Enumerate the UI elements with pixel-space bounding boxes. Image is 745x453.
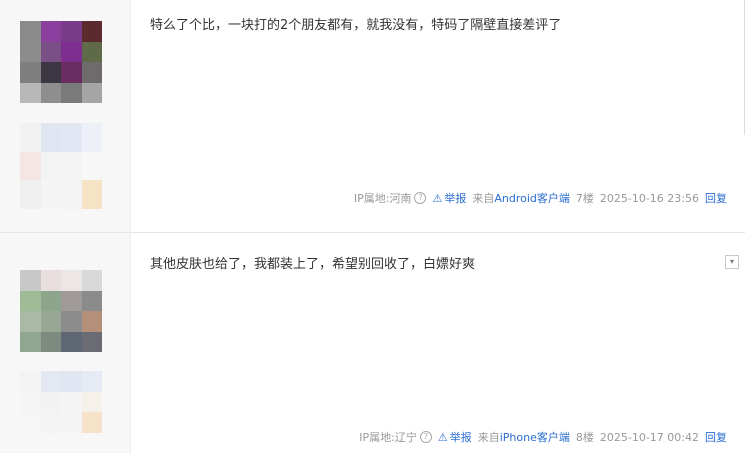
avatar-pixel <box>40 82 61 103</box>
avatar-pixel <box>61 290 82 311</box>
avatar-pixel <box>20 311 41 332</box>
blur-tile <box>81 412 102 433</box>
reply-button[interactable]: 回复 <box>705 429 727 445</box>
avatar-pixel <box>20 62 41 83</box>
avatar[interactable] <box>20 21 102 103</box>
avatar-pixel <box>40 21 61 42</box>
post-content: 特么了个比，一块打的2个朋友都有，就我没有，特码了隔壁直接差评了 <box>150 18 562 33</box>
blur-tile <box>61 123 82 152</box>
blur-tile <box>61 151 82 181</box>
post-time: 2025-10-17 00:42 <box>599 430 699 444</box>
report-label: 举报 <box>449 431 472 444</box>
user-sidebar <box>0 233 131 453</box>
avatar[interactable] <box>20 270 102 352</box>
avatar-pixel <box>61 62 82 83</box>
blur-tile <box>81 151 102 181</box>
report-label: 举报 <box>444 192 467 205</box>
avatar-pixel <box>40 290 61 311</box>
avatar-pixel <box>20 21 41 42</box>
blur-tile <box>81 123 102 152</box>
blur-tile <box>20 123 41 152</box>
ip-location: IP属地:辽宁 ? <box>359 429 432 445</box>
user-info-blurred <box>20 371 102 433</box>
post-floor-8: 其他皮肤也给了，我都装上了，希望别回收了，白嫖好爽 ▾ IP属地:辽宁 ? ⚠ … <box>0 233 745 453</box>
avatar-pixel <box>40 331 61 352</box>
blur-tile <box>81 391 102 413</box>
blur-tile <box>81 180 102 209</box>
blur-tile <box>40 371 61 392</box>
help-icon[interactable]: ? <box>419 431 432 443</box>
warning-icon: ⚠ <box>432 191 443 205</box>
user-sidebar <box>0 0 131 232</box>
avatar-pixel <box>61 331 82 352</box>
avatar-pixel <box>61 21 82 42</box>
help-icon[interactable]: ? <box>414 192 427 204</box>
blur-tile <box>81 371 102 392</box>
post-floor-7: 特么了个比，一块打的2个朋友都有，就我没有，特码了隔壁直接差评了 IP属地:河南… <box>0 0 745 233</box>
avatar-pixel <box>40 41 61 62</box>
avatar-pixel <box>61 41 82 62</box>
chevron-down-icon[interactable]: ▾ <box>725 255 739 269</box>
avatar-pixel <box>61 311 82 332</box>
blur-tile <box>40 391 61 413</box>
blur-tile <box>40 180 61 209</box>
blur-tile <box>61 180 82 209</box>
warning-icon: ⚠ <box>437 430 448 444</box>
post-tail: IP属地:辽宁 ? ⚠ 举报 来自iPhone客户端 8楼 2025-10-17… <box>359 429 727 445</box>
avatar-pixel <box>81 331 102 352</box>
report-button[interactable]: ⚠ 举报 <box>432 190 466 206</box>
avatar-pixel <box>20 331 41 352</box>
avatar-pixel <box>81 290 102 311</box>
source-prefix: 来自 <box>472 192 495 205</box>
avatar-pixel <box>20 290 41 311</box>
avatar-pixel <box>20 82 41 103</box>
user-info-blurred <box>20 123 102 209</box>
ip-label: IP属地:辽宁 <box>359 431 417 444</box>
avatar-pixel <box>81 311 102 332</box>
avatar-pixel <box>81 41 102 62</box>
post-tail: IP属地:河南 ? ⚠ 举报 来自Android客户端 7楼 2025-10-1… <box>354 190 727 206</box>
post-source: 来自Android客户端 <box>472 190 570 206</box>
avatar-pixel <box>20 41 41 62</box>
source-prefix: 来自 <box>477 431 500 444</box>
blur-tile <box>61 371 82 392</box>
blur-tile <box>20 371 41 392</box>
avatar-pixel <box>20 270 41 291</box>
floor-number: 7楼 <box>575 192 594 205</box>
avatar-pixel <box>81 21 102 42</box>
floor-number: 8楼 <box>575 431 594 444</box>
blur-tile <box>20 412 41 433</box>
ip-location: IP属地:河南 ? <box>354 190 427 206</box>
blur-tile <box>61 391 82 413</box>
avatar-pixel <box>81 62 102 83</box>
source-client-link[interactable]: iPhone客户端 <box>500 431 570 444</box>
post-time: 2025-10-16 23:56 <box>599 191 699 205</box>
blur-tile <box>40 151 61 181</box>
avatar-pixel <box>61 82 82 103</box>
avatar-pixel <box>61 270 82 291</box>
blur-tile <box>40 123 61 152</box>
avatar-pixel <box>40 62 61 83</box>
blur-tile <box>20 151 41 181</box>
avatar-pixel <box>40 311 61 332</box>
report-button[interactable]: ⚠ 举报 <box>438 429 472 445</box>
blur-tile <box>20 391 41 413</box>
reply-button[interactable]: 回复 <box>705 190 727 206</box>
source-client-link[interactable]: Android客户端 <box>494 192 570 205</box>
blur-tile <box>20 180 41 209</box>
avatar-pixel <box>40 270 61 291</box>
avatar-pixel <box>81 82 102 103</box>
ip-label: IP属地:河南 <box>353 192 412 205</box>
post-content: 其他皮肤也给了，我都装上了，希望别回收了，白嫖好爽 <box>150 257 476 272</box>
post-source: 来自iPhone客户端 <box>478 429 570 445</box>
blur-tile <box>40 412 61 433</box>
blur-tile <box>61 412 82 433</box>
avatar-pixel <box>81 270 102 291</box>
